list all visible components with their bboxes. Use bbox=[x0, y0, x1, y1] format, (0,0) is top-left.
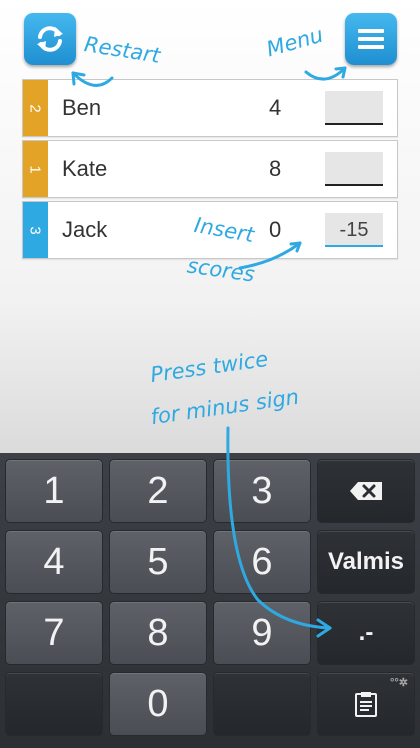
rank-badge: 2 bbox=[23, 80, 48, 136]
key-8[interactable]: 8 bbox=[109, 601, 207, 665]
hint-restart: Restart bbox=[82, 32, 162, 68]
rank-badge: 1 bbox=[23, 141, 48, 197]
clipboard-icon bbox=[355, 692, 377, 717]
score-input[interactable]: -15 bbox=[325, 213, 383, 247]
blank-key bbox=[213, 672, 311, 736]
menu-button[interactable] bbox=[345, 13, 397, 65]
done-key[interactable]: Valmis bbox=[317, 530, 415, 594]
key-3[interactable]: 3 bbox=[213, 459, 311, 523]
player-row: 1 Kate 8 bbox=[22, 140, 398, 198]
key-1[interactable]: 1 bbox=[5, 459, 103, 523]
player-score: 4 bbox=[269, 95, 282, 120]
score-input[interactable] bbox=[325, 152, 383, 186]
score-input[interactable] bbox=[325, 91, 383, 125]
backspace-icon bbox=[350, 482, 382, 500]
key-0[interactable]: 0 bbox=[109, 672, 207, 736]
backspace-key[interactable] bbox=[317, 459, 415, 523]
refresh-icon bbox=[37, 26, 63, 52]
settings-dots: °°✲ bbox=[389, 677, 408, 689]
key-5[interactable]: 5 bbox=[109, 530, 207, 594]
player-row: 2 Ben 4 bbox=[22, 79, 398, 137]
clipboard-key[interactable]: °°✲ bbox=[317, 672, 415, 736]
hint-menu: Menu bbox=[263, 22, 326, 62]
key-2[interactable]: 2 bbox=[109, 459, 207, 523]
key-7[interactable]: 7 bbox=[5, 601, 103, 665]
hint-minus-sign: for minus sign bbox=[149, 384, 301, 430]
player-score: 0 bbox=[269, 217, 282, 242]
blank-key bbox=[5, 672, 103, 736]
player-name: Ben bbox=[62, 95, 102, 120]
numeric-keyboard: 1 2 3 4 5 6 Valmis 7 8 9 .- 0 °°✲ bbox=[0, 453, 420, 748]
minus-key[interactable]: .- bbox=[317, 601, 415, 665]
restart-button[interactable] bbox=[24, 13, 76, 65]
rank-badge: 3 bbox=[23, 202, 48, 258]
key-6[interactable]: 6 bbox=[213, 530, 311, 594]
player-name: Jack bbox=[62, 217, 108, 242]
player-name: Kate bbox=[62, 156, 108, 181]
hamburger-menu-icon bbox=[358, 29, 384, 49]
hint-press-twice: Press twice bbox=[148, 346, 270, 388]
player-score: 8 bbox=[269, 156, 282, 181]
key-4[interactable]: 4 bbox=[5, 530, 103, 594]
key-9[interactable]: 9 bbox=[213, 601, 311, 665]
